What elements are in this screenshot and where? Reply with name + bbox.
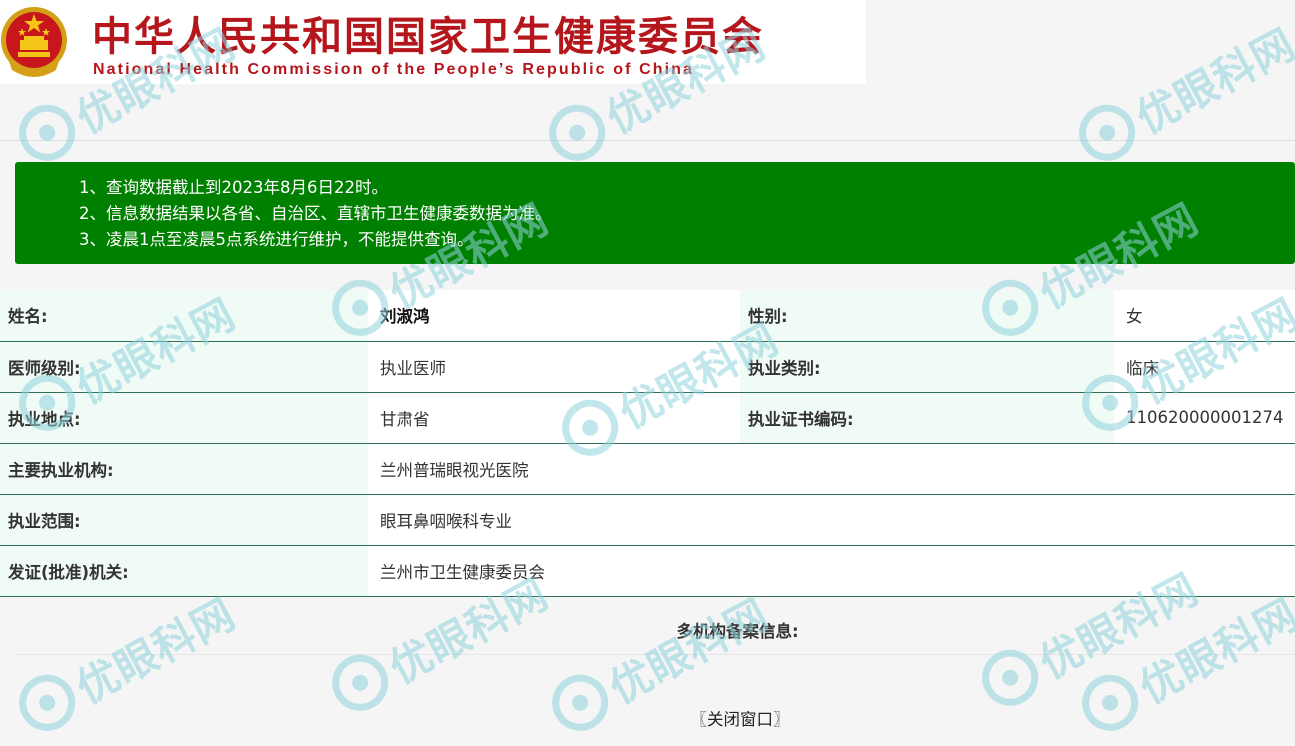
table-row: 执业地点: 甘肃省 执业证书编码: 110620000001274 — [0, 392, 1295, 444]
section-divider — [15, 654, 1295, 655]
authority-value: 兰州市卫生健康委员会 — [368, 545, 1295, 597]
watermark-logo: 优眼科网 — [1066, 6, 1295, 176]
authority-label: 发证(批准)机关: — [0, 545, 368, 597]
doctor-info-table: 姓名: 刘淑鸿 性别: 女 医师级别: 执业医师 执业类别: 临床 执业地点: … — [0, 290, 1295, 597]
watermark-text: 优眼科网 — [1131, 589, 1295, 714]
notice-line: 3、凌晨1点至凌晨5点系统进行维护，不能提供查询。 — [79, 230, 474, 249]
cert-number-label: 执业证书编码: — [740, 392, 1114, 444]
eye-icon — [9, 94, 86, 171]
watermark-text: 优眼科网 — [68, 589, 244, 714]
level-value: 执业医师 — [368, 341, 740, 393]
gender-value: 女 — [1114, 290, 1295, 342]
institution-label: 主要执业机构: — [0, 443, 368, 495]
notice-box: 1、查询数据截止到2023年8月6日22时。 2、信息数据结果以各省、自治区、直… — [15, 162, 1295, 264]
notice-line: 1、查询数据截止到2023年8月6日22时。 — [79, 178, 388, 197]
header-divider — [0, 140, 1295, 141]
multi-institution-label: 多机构备案信息: — [676, 622, 799, 641]
level-label: 医师级别: — [0, 341, 368, 393]
page-subtitle: National Health Commission of the People… — [93, 61, 695, 78]
page-title: 中华人民共和国国家卫生健康委员会 — [92, 13, 764, 60]
scope-label: 执业范围: — [0, 494, 368, 546]
table-row: 姓名: 刘淑鸿 性别: 女 — [0, 290, 1295, 342]
name-value: 刘淑鸿 — [368, 290, 740, 342]
eye-icon — [972, 639, 1049, 716]
national-emblem-icon — [1, 7, 67, 77]
table-row: 医师级别: 执业医师 执业类别: 临床 — [0, 341, 1295, 393]
close-window-link[interactable]: 〖关闭窗口〗 — [0, 706, 1295, 730]
watermark-text: 优眼科网 — [1128, 19, 1295, 144]
institution-value: 兰州普瑞眼视光医院 — [368, 443, 1295, 495]
category-label: 执业类别: — [740, 341, 1114, 393]
cert-number-value: 110620000001274 — [1114, 392, 1295, 444]
table-row: 执业范围: 眼耳鼻咽喉科专业 — [0, 494, 1295, 546]
eye-icon — [539, 94, 616, 171]
gender-label: 性别: — [740, 290, 1114, 342]
scope-value: 眼耳鼻咽喉科专业 — [368, 494, 1295, 546]
eye-icon — [1069, 94, 1146, 171]
table-row: 主要执业机构: 兰州普瑞眼视光医院 — [0, 443, 1295, 495]
category-value: 临床 — [1114, 341, 1295, 393]
watermark-text: 优眼科网 — [601, 589, 777, 714]
name-label: 姓名: — [0, 290, 368, 342]
location-label: 执业地点: — [0, 392, 368, 444]
table-row: 发证(批准)机关: 兰州市卫生健康委员会 — [0, 545, 1295, 597]
location-value: 甘肃省 — [368, 392, 740, 444]
header-banner: 中华人民共和国国家卫生健康委员会 National Health Commiss… — [0, 0, 866, 84]
notice-line: 2、信息数据结果以各省、自治区、直辖市卫生健康委数据为准。 — [79, 204, 552, 223]
